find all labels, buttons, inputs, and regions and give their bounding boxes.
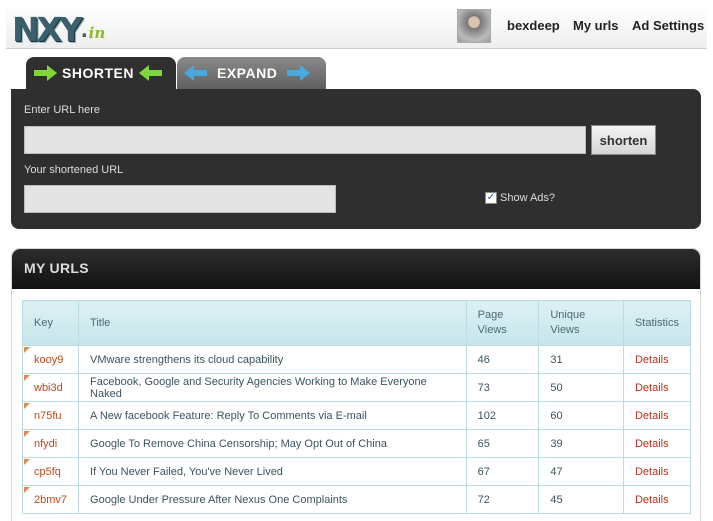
url-key-link[interactable]: n75fu	[21, 401, 80, 430]
column-header-key[interactable]: Key	[21, 300, 80, 346]
tab-expand[interactable]: EXPAND	[177, 57, 326, 89]
unique-views-value: 39	[538, 429, 624, 458]
tab-expand-label: EXPAND	[217, 65, 278, 81]
url-key-link[interactable]: cp5fq	[21, 457, 80, 486]
page-views-value: 67	[465, 457, 540, 486]
my-urls-section: MY URLS Key Title Page Views Unique View…	[11, 248, 701, 521]
unique-views-value: 50	[538, 373, 624, 402]
shorten-button[interactable]: shorten	[591, 125, 656, 155]
shorten-panel: Enter URL here shorten Your shortened UR…	[11, 89, 701, 229]
unique-views-value: 60	[538, 401, 624, 430]
nav-ad-settings[interactable]: Ad Settings	[632, 18, 704, 33]
url-title: Facebook, Google and Security Agencies W…	[78, 373, 467, 402]
avatar[interactable]	[457, 9, 491, 43]
url-title: Google To Remove China Censorship; May O…	[78, 429, 467, 458]
arrow-right-icon	[34, 65, 57, 81]
nav-my-urls[interactable]: My urls	[573, 18, 619, 33]
logo-tld-text: in	[88, 24, 106, 42]
unique-views-value: 45	[538, 485, 624, 514]
shortened-url-field[interactable]	[24, 185, 336, 213]
arrow-right-icon	[287, 65, 311, 81]
urls-table: Key Title Page Views Unique Views Statis…	[21, 300, 692, 514]
column-header-title[interactable]: Title	[78, 300, 467, 346]
my-urls-title: MY URLS	[12, 249, 700, 289]
url-key-link[interactable]: nfydi	[21, 429, 80, 458]
url-key-link[interactable]: kooy9	[21, 345, 80, 374]
url-key-link[interactable]: wbi3d	[21, 373, 80, 402]
column-header-statistics[interactable]: Statistics	[622, 300, 692, 346]
table-row: cp5fq If You Never Failed, You've Never L…	[21, 457, 692, 486]
table-row: 2bmv7 Google Under Pressure After Nexus O…	[21, 485, 692, 514]
show-ads-label: Show Ads?	[500, 192, 556, 204]
username-link[interactable]: bexdeep	[507, 18, 560, 33]
url-title: A New facebook Feature: Reply To Comment…	[78, 401, 467, 430]
page-views-value: 65	[465, 429, 540, 458]
tab-shorten-label: SHORTEN	[62, 65, 134, 81]
arrow-left-icon	[184, 65, 207, 81]
logo-main-text: NXY	[12, 10, 83, 49]
page-views-value: 73	[465, 373, 540, 402]
tab-shorten[interactable]: SHORTEN	[26, 57, 176, 89]
table-row: n75fu A New facebook Feature: Reply To Co…	[21, 401, 692, 430]
url-title: Google Under Pressure After Nexus One Co…	[78, 485, 467, 514]
page-views-value: 72	[465, 485, 540, 514]
column-header-page-views[interactable]: Page Views	[465, 300, 540, 346]
details-link[interactable]: Details	[622, 345, 692, 374]
table-row: wbi3d Facebook, Google and Security Agenc…	[21, 373, 692, 402]
arrow-left-icon	[138, 65, 162, 81]
url-title: If You Never Failed, You've Never Lived	[78, 457, 467, 486]
details-link[interactable]: Details	[622, 401, 692, 430]
site-header: NXY . in bexdeep My urls Ad Settings	[6, 5, 707, 49]
shortened-url-label: Your shortened URL	[24, 164, 124, 176]
details-link[interactable]: Details	[622, 373, 692, 402]
page-views-value: 46	[465, 345, 540, 374]
table-header-row: Key Title Page Views Unique Views Statis…	[21, 300, 692, 346]
show-ads-checkbox[interactable]: ✓	[485, 192, 497, 204]
column-header-unique-views[interactable]: Unique Views	[538, 300, 624, 346]
details-link[interactable]: Details	[622, 457, 692, 486]
table-row: kooy9 VMware strengthens its cloud capabi…	[21, 345, 692, 374]
unique-views-value: 47	[538, 457, 624, 486]
page-views-value: 102	[465, 401, 540, 430]
url-label: Enter URL here	[24, 104, 101, 116]
url-key-link[interactable]: 2bmv7	[21, 485, 80, 514]
table-row: nfydi Google To Remove China Censorship; …	[21, 429, 692, 458]
site-logo[interactable]: NXY . in	[12, 8, 105, 48]
url-title: VMware strengthens its cloud capability	[78, 345, 467, 374]
url-input[interactable]	[24, 126, 586, 154]
details-link[interactable]: Details	[622, 429, 692, 458]
unique-views-value: 31	[538, 345, 624, 374]
details-link[interactable]: Details	[622, 485, 692, 514]
show-ads-option[interactable]: ✓ Show Ads?	[485, 192, 555, 204]
logo-dot: .	[80, 16, 88, 43]
